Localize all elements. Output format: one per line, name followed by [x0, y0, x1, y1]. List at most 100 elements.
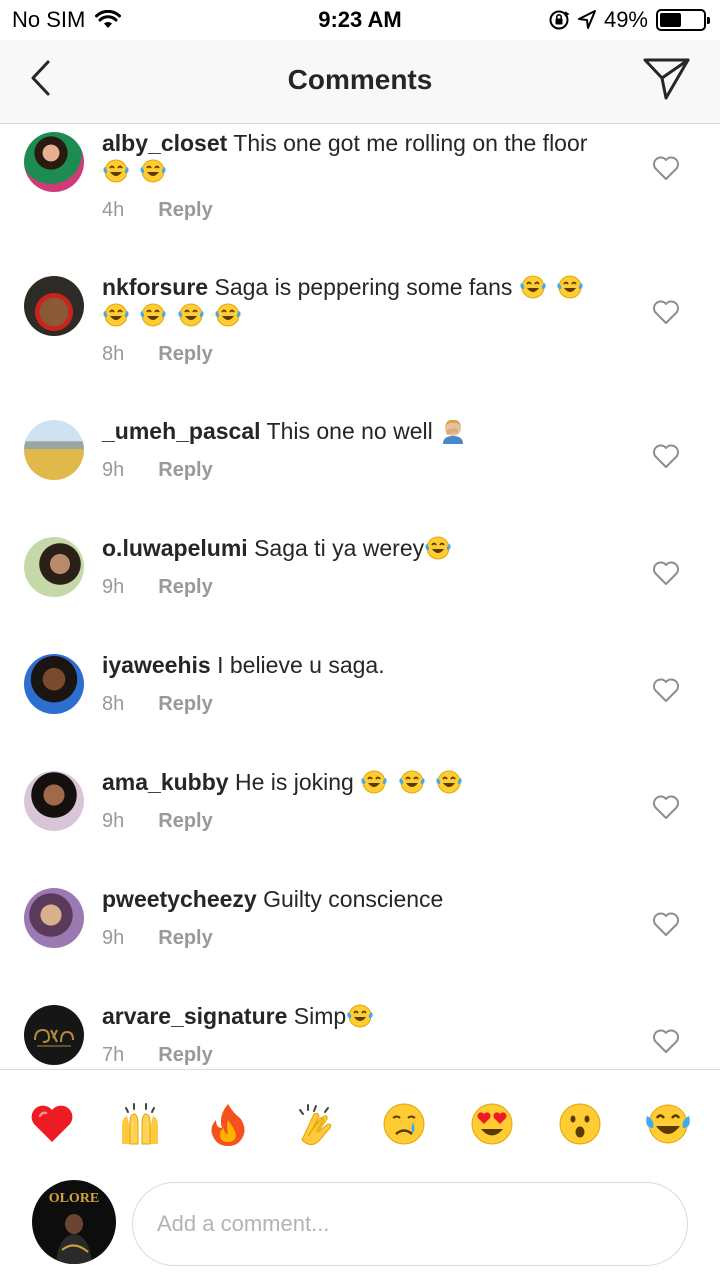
- laughing-tears-emoji-icon: [215, 303, 241, 327]
- comment-message: Simp: [293, 1003, 347, 1029]
- comment-username[interactable]: arvare_signature: [102, 1003, 287, 1029]
- comment-text: _umeh_pascal This one no well: [102, 417, 622, 445]
- like-heart-icon[interactable]: [652, 794, 680, 820]
- current-user-avatar-art: OLORE: [49, 1191, 100, 1264]
- comment-meta: 8h Reply: [102, 343, 213, 366]
- comment-item: iyaweehis I believe u saga. 8h Reply: [0, 647, 720, 764]
- emoji-group: [439, 418, 470, 444]
- avatar[interactable]: [24, 1005, 84, 1065]
- emoji-group: [424, 535, 455, 561]
- heart-eyes-emoji-icon[interactable]: [468, 1100, 516, 1148]
- comment-time: 7h: [102, 1044, 125, 1066]
- reply-button[interactable]: Reply: [158, 576, 212, 599]
- avatar[interactable]: [24, 888, 84, 948]
- comment-item: nkforsure Saga is peppering some fans 8h…: [0, 269, 720, 413]
- reply-button[interactable]: Reply: [158, 927, 212, 950]
- emoji-group: [360, 769, 466, 795]
- avatar[interactable]: [24, 132, 84, 192]
- status-bar: No SIM 9:23 AM 49%: [0, 0, 720, 40]
- reply-button[interactable]: Reply: [158, 810, 212, 833]
- comment-username[interactable]: _umeh_pascal: [102, 418, 261, 444]
- comment-text: alby_closet This one got me rolling on t…: [102, 129, 622, 185]
- comment-username[interactable]: alby_closet: [102, 130, 227, 156]
- comment-message: This one got me rolling on the floor: [233, 130, 588, 156]
- location-arrow-icon: [577, 10, 596, 29]
- like-heart-icon[interactable]: [652, 560, 680, 586]
- laughing-tears-emoji-icon: [140, 303, 166, 327]
- paper-plane-icon: [643, 58, 690, 100]
- comment-meta: 9h Reply: [102, 927, 213, 950]
- laughing-tears-emoji-icon[interactable]: [644, 1100, 692, 1148]
- current-user-avatar[interactable]: OLORE: [32, 1180, 116, 1264]
- laughing-tears-emoji-icon: [140, 159, 166, 183]
- reply-button[interactable]: Reply: [158, 343, 212, 366]
- heart-emoji-icon[interactable]: [28, 1100, 76, 1148]
- laughing-tears-emoji-icon: [399, 770, 425, 794]
- comment-time: 9h: [102, 927, 125, 949]
- comment-meta: 9h Reply: [102, 459, 213, 482]
- reply-button[interactable]: Reply: [158, 459, 212, 482]
- comment-message: Guilty conscience: [263, 886, 444, 912]
- brand-logo-icon: [34, 1028, 74, 1047]
- comment-composer: OLORE: [0, 1178, 720, 1280]
- like-heart-icon[interactable]: [652, 911, 680, 937]
- battery-level: [660, 13, 681, 27]
- comment-text: arvare_signature Simp: [102, 1002, 622, 1030]
- raising-hands-emoji-icon[interactable]: [116, 1100, 164, 1148]
- comment-item: alby_closet This one got me rolling on t…: [0, 125, 720, 269]
- nav-bar: Comments: [0, 40, 720, 124]
- avatar[interactable]: [24, 537, 84, 597]
- share-button[interactable]: [642, 54, 692, 104]
- laughing-tears-emoji-icon: [557, 275, 583, 299]
- emoji-group: [346, 1003, 377, 1029]
- comment-username[interactable]: iyaweehis: [102, 652, 211, 678]
- orientation-lock-icon: [549, 10, 570, 30]
- laughing-tears-emoji-icon: [436, 770, 462, 794]
- avatar[interactable]: [24, 654, 84, 714]
- like-heart-icon[interactable]: [652, 677, 680, 703]
- comment-item: _umeh_pascal This one no well 9h Reply: [0, 413, 720, 530]
- comment-username[interactable]: o.luwapelumi: [102, 535, 248, 561]
- comment-time: 9h: [102, 576, 125, 598]
- like-heart-icon[interactable]: [652, 1028, 680, 1054]
- laughing-tears-emoji-icon: [178, 303, 204, 327]
- avatar[interactable]: [24, 420, 84, 480]
- comment-meta: 7h Reply: [102, 1044, 213, 1067]
- comment-message: He is joking: [234, 769, 354, 795]
- like-heart-icon[interactable]: [652, 299, 680, 325]
- avatar[interactable]: [24, 276, 84, 336]
- laughing-tears-emoji-icon: [520, 275, 546, 299]
- comment-text: pweetycheezy Guilty conscience: [102, 885, 622, 913]
- clapping-hands-emoji-icon[interactable]: [292, 1100, 340, 1148]
- like-heart-icon[interactable]: [652, 155, 680, 181]
- avatar-brand-text: OLORE: [49, 1191, 100, 1206]
- comment-meta: 8h Reply: [102, 693, 213, 716]
- reply-button[interactable]: Reply: [158, 693, 212, 716]
- comment-username[interactable]: nkforsure: [102, 274, 208, 300]
- comment-time: 9h: [102, 810, 125, 832]
- comment-time: 8h: [102, 343, 125, 365]
- comment-meta: 9h Reply: [102, 576, 213, 599]
- quick-reaction-bar: [0, 1069, 720, 1177]
- comment-time: 9h: [102, 459, 125, 481]
- comment-message: Saga is peppering some fans: [214, 274, 513, 300]
- reply-button[interactable]: Reply: [158, 1044, 212, 1067]
- reply-button[interactable]: Reply: [158, 199, 212, 222]
- emoji-group: [102, 158, 170, 184]
- comment-time: 4h: [102, 199, 125, 221]
- comment-text: iyaweehis I believe u saga.: [102, 651, 622, 679]
- comment-text: ama_kubby He is joking: [102, 768, 622, 796]
- comment-meta: 4h Reply: [102, 199, 213, 222]
- astonished-face-emoji-icon[interactable]: [556, 1100, 604, 1148]
- comment-item: ama_kubby He is joking 9h Reply: [0, 764, 720, 881]
- fire-emoji-icon[interactable]: [204, 1100, 252, 1148]
- comment-username[interactable]: ama_kubby: [102, 769, 229, 795]
- comment-text: o.luwapelumi Saga ti ya werey: [102, 534, 622, 562]
- comment-username[interactable]: pweetycheezy: [102, 886, 257, 912]
- laughing-tears-emoji-icon: [425, 536, 451, 560]
- like-heart-icon[interactable]: [652, 443, 680, 469]
- crying-face-emoji-icon[interactable]: [380, 1100, 428, 1148]
- comment-input[interactable]: [132, 1182, 688, 1266]
- laughing-tears-emoji-icon: [103, 303, 129, 327]
- avatar[interactable]: [24, 771, 84, 831]
